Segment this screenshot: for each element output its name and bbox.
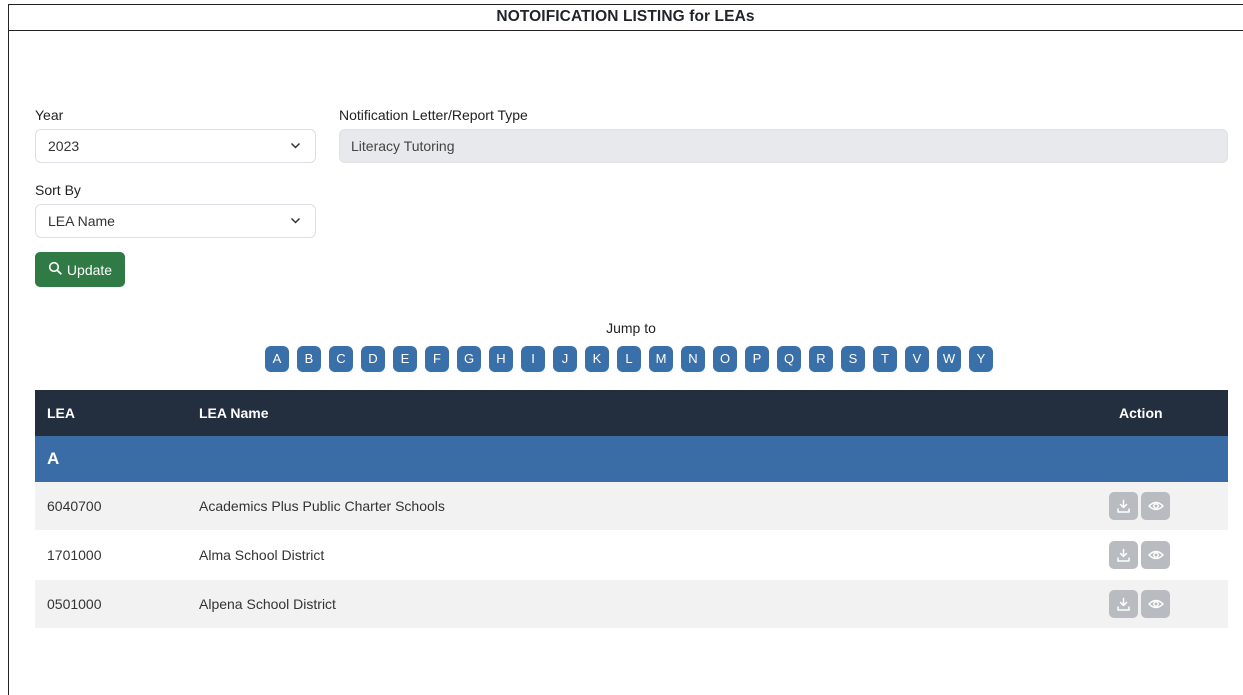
- eye-icon: [1147, 598, 1164, 610]
- page-title: NOTOIFICATION LISTING for LEAs: [8, 4, 1243, 31]
- row-actions: [1109, 590, 1170, 618]
- download-icon: [1116, 597, 1131, 612]
- jump-letter-b[interactable]: B: [297, 346, 321, 372]
- jump-letter-q[interactable]: Q: [777, 346, 801, 372]
- group-letter: A: [47, 449, 60, 468]
- header-lea: LEA: [47, 405, 75, 421]
- lea-name: Alma School District: [199, 547, 325, 563]
- jump-letter-h[interactable]: H: [489, 346, 513, 372]
- year-label: Year: [35, 107, 64, 123]
- lea-code: 1701000: [47, 547, 102, 563]
- lea-code: 6040700: [47, 498, 102, 514]
- jump-letter-v[interactable]: V: [905, 346, 929, 372]
- year-select[interactable]: 2023: [35, 129, 316, 163]
- eye-icon: [1147, 549, 1164, 561]
- row-actions: [1109, 541, 1170, 569]
- jump-letter-w[interactable]: W: [937, 346, 961, 372]
- update-button-label: Update: [66, 261, 113, 278]
- lea-code: 0501000: [47, 596, 102, 612]
- download-button[interactable]: [1109, 590, 1138, 618]
- download-icon: [1116, 499, 1131, 514]
- download-icon: [1116, 548, 1131, 563]
- jump-letter-r[interactable]: R: [809, 346, 833, 372]
- jump-letter-e[interactable]: E: [393, 346, 417, 372]
- lea-table: LEA LEA Name Action A 6040700 Academics P…: [35, 390, 1228, 629]
- chevron-down-icon: [290, 205, 301, 250]
- jump-letter-bar: ABCDEFGHIJKLMNOPQRSTVWY: [265, 346, 993, 372]
- jump-letter-y[interactable]: Y: [969, 346, 993, 372]
- view-button[interactable]: [1141, 590, 1170, 618]
- download-button[interactable]: [1109, 492, 1138, 520]
- jump-letter-n[interactable]: N: [681, 346, 705, 372]
- report-type-label: Notification Letter/Report Type: [339, 107, 528, 123]
- jump-letter-k[interactable]: K: [585, 346, 609, 372]
- jump-letter-c[interactable]: C: [329, 346, 353, 372]
- lea-name: Academics Plus Public Charter Schools: [199, 498, 445, 514]
- year-select-value: 2023: [48, 138, 80, 154]
- table-row: 1701000 Alma School District: [35, 531, 1228, 580]
- sort-by-select-value: LEA Name: [48, 213, 115, 229]
- sort-by-label: Sort By: [35, 182, 81, 198]
- eye-icon: [1147, 500, 1164, 512]
- table-row: 6040700 Academics Plus Public Charter Sch…: [35, 482, 1228, 531]
- header-action: Action: [1119, 405, 1163, 421]
- jump-letter-a[interactable]: A: [265, 346, 289, 372]
- report-type-field: Literacy Tutoring: [339, 129, 1228, 163]
- table-row: 0501000 Alpena School District: [35, 580, 1228, 629]
- chevron-down-icon: [290, 130, 301, 175]
- update-button[interactable]: Update: [35, 252, 125, 287]
- jump-letter-g[interactable]: G: [457, 346, 481, 372]
- view-button[interactable]: [1141, 541, 1170, 569]
- jump-letter-p[interactable]: P: [745, 346, 769, 372]
- table-header: LEA LEA Name Action: [35, 390, 1228, 436]
- view-button[interactable]: [1141, 492, 1170, 520]
- header-lea-name: LEA Name: [199, 405, 269, 421]
- jump-letter-i[interactable]: I: [521, 346, 545, 372]
- jump-letter-o[interactable]: O: [713, 346, 737, 372]
- jump-letter-m[interactable]: M: [649, 346, 673, 372]
- jump-letter-f[interactable]: F: [425, 346, 449, 372]
- jump-letter-l[interactable]: L: [617, 346, 641, 372]
- download-button[interactable]: [1109, 541, 1138, 569]
- jump-letter-d[interactable]: D: [361, 346, 385, 372]
- search-icon: [48, 261, 62, 278]
- sort-by-select[interactable]: LEA Name: [35, 204, 316, 238]
- jump-letter-j[interactable]: J: [553, 346, 577, 372]
- jump-letter-t[interactable]: T: [873, 346, 897, 372]
- jump-letter-s[interactable]: S: [841, 346, 865, 372]
- jump-to-label: Jump to: [606, 320, 656, 336]
- group-row-a: A: [35, 436, 1228, 482]
- lea-name: Alpena School District: [199, 596, 336, 612]
- row-actions: [1109, 492, 1170, 520]
